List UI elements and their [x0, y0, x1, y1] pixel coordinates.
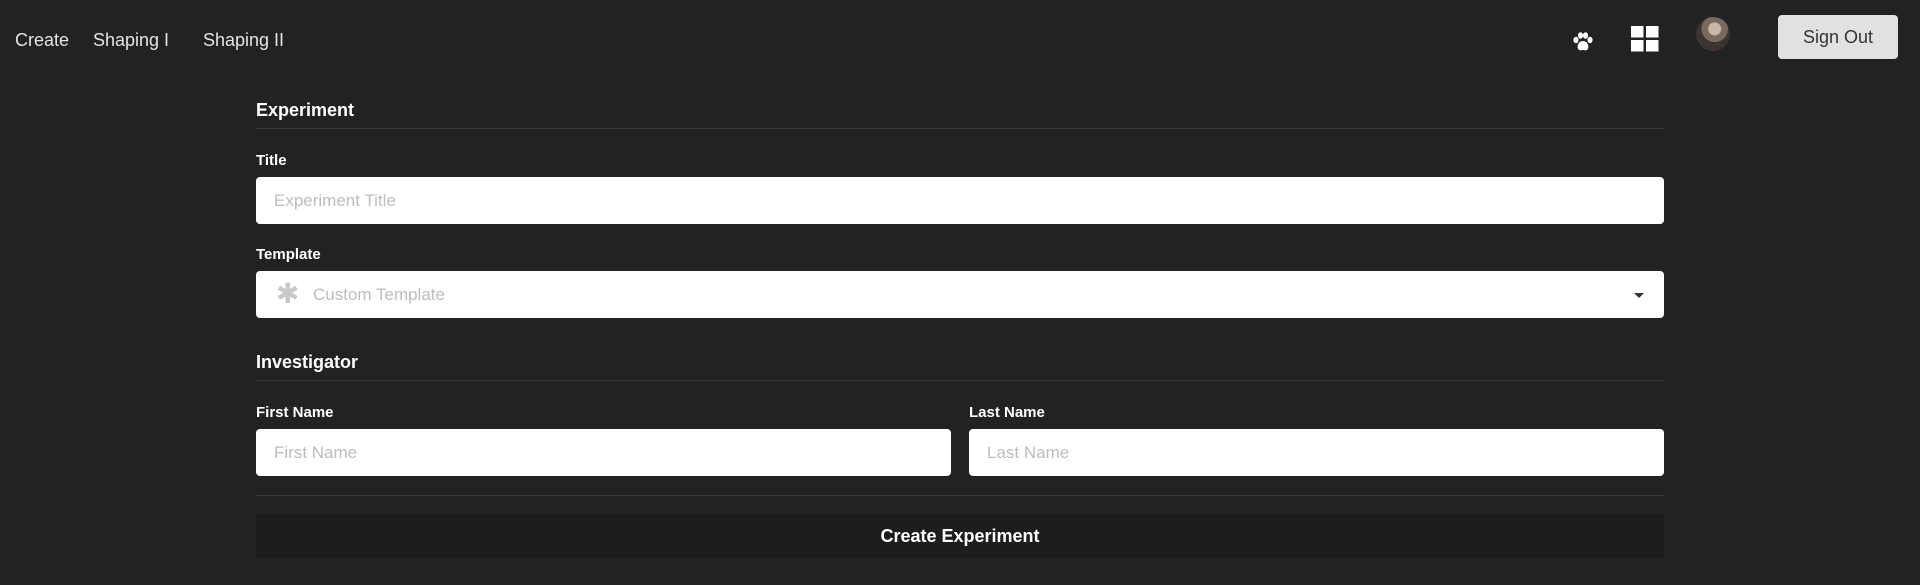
- section-header-experiment: Experiment: [256, 100, 1664, 129]
- template-selected-value: Custom Template: [313, 285, 445, 304]
- create-experiment-button[interactable]: Create Experiment: [256, 514, 1664, 558]
- asterisk-icon: ✱: [276, 278, 300, 309]
- section-header-investigator: Investigator: [256, 352, 1664, 381]
- first-name-field: First Name: [256, 404, 951, 476]
- chevron-down-icon: [1634, 293, 1644, 298]
- experiment-form: Experiment Title Template ✱ Custom Templ…: [256, 100, 1664, 558]
- first-name-input[interactable]: [256, 429, 951, 476]
- sign-out-button[interactable]: Sign Out: [1778, 15, 1898, 59]
- first-name-label: First Name: [256, 404, 334, 421]
- nav-link-shaping-2[interactable]: Shaping II: [203, 30, 284, 51]
- last-name-input[interactable]: [969, 429, 1664, 476]
- last-name-field: Last Name: [969, 404, 1664, 476]
- template-dropdown[interactable]: ✱ Custom Template: [256, 271, 1664, 318]
- nav-link-shaping-1[interactable]: Shaping I: [93, 30, 169, 51]
- nav-link-create[interactable]: Create: [15, 30, 69, 51]
- grid-icon[interactable]: [1630, 24, 1660, 54]
- name-fields-row: First Name Last Name: [256, 404, 1664, 476]
- top-nav: Create Shaping I Shaping II Sign Out: [0, 0, 1920, 84]
- paw-icon[interactable]: [1568, 28, 1598, 56]
- template-label: Template: [256, 246, 321, 263]
- last-name-label: Last Name: [969, 404, 1045, 421]
- title-input[interactable]: [256, 177, 1664, 224]
- avatar[interactable]: [1696, 17, 1730, 51]
- title-label: Title: [256, 152, 287, 169]
